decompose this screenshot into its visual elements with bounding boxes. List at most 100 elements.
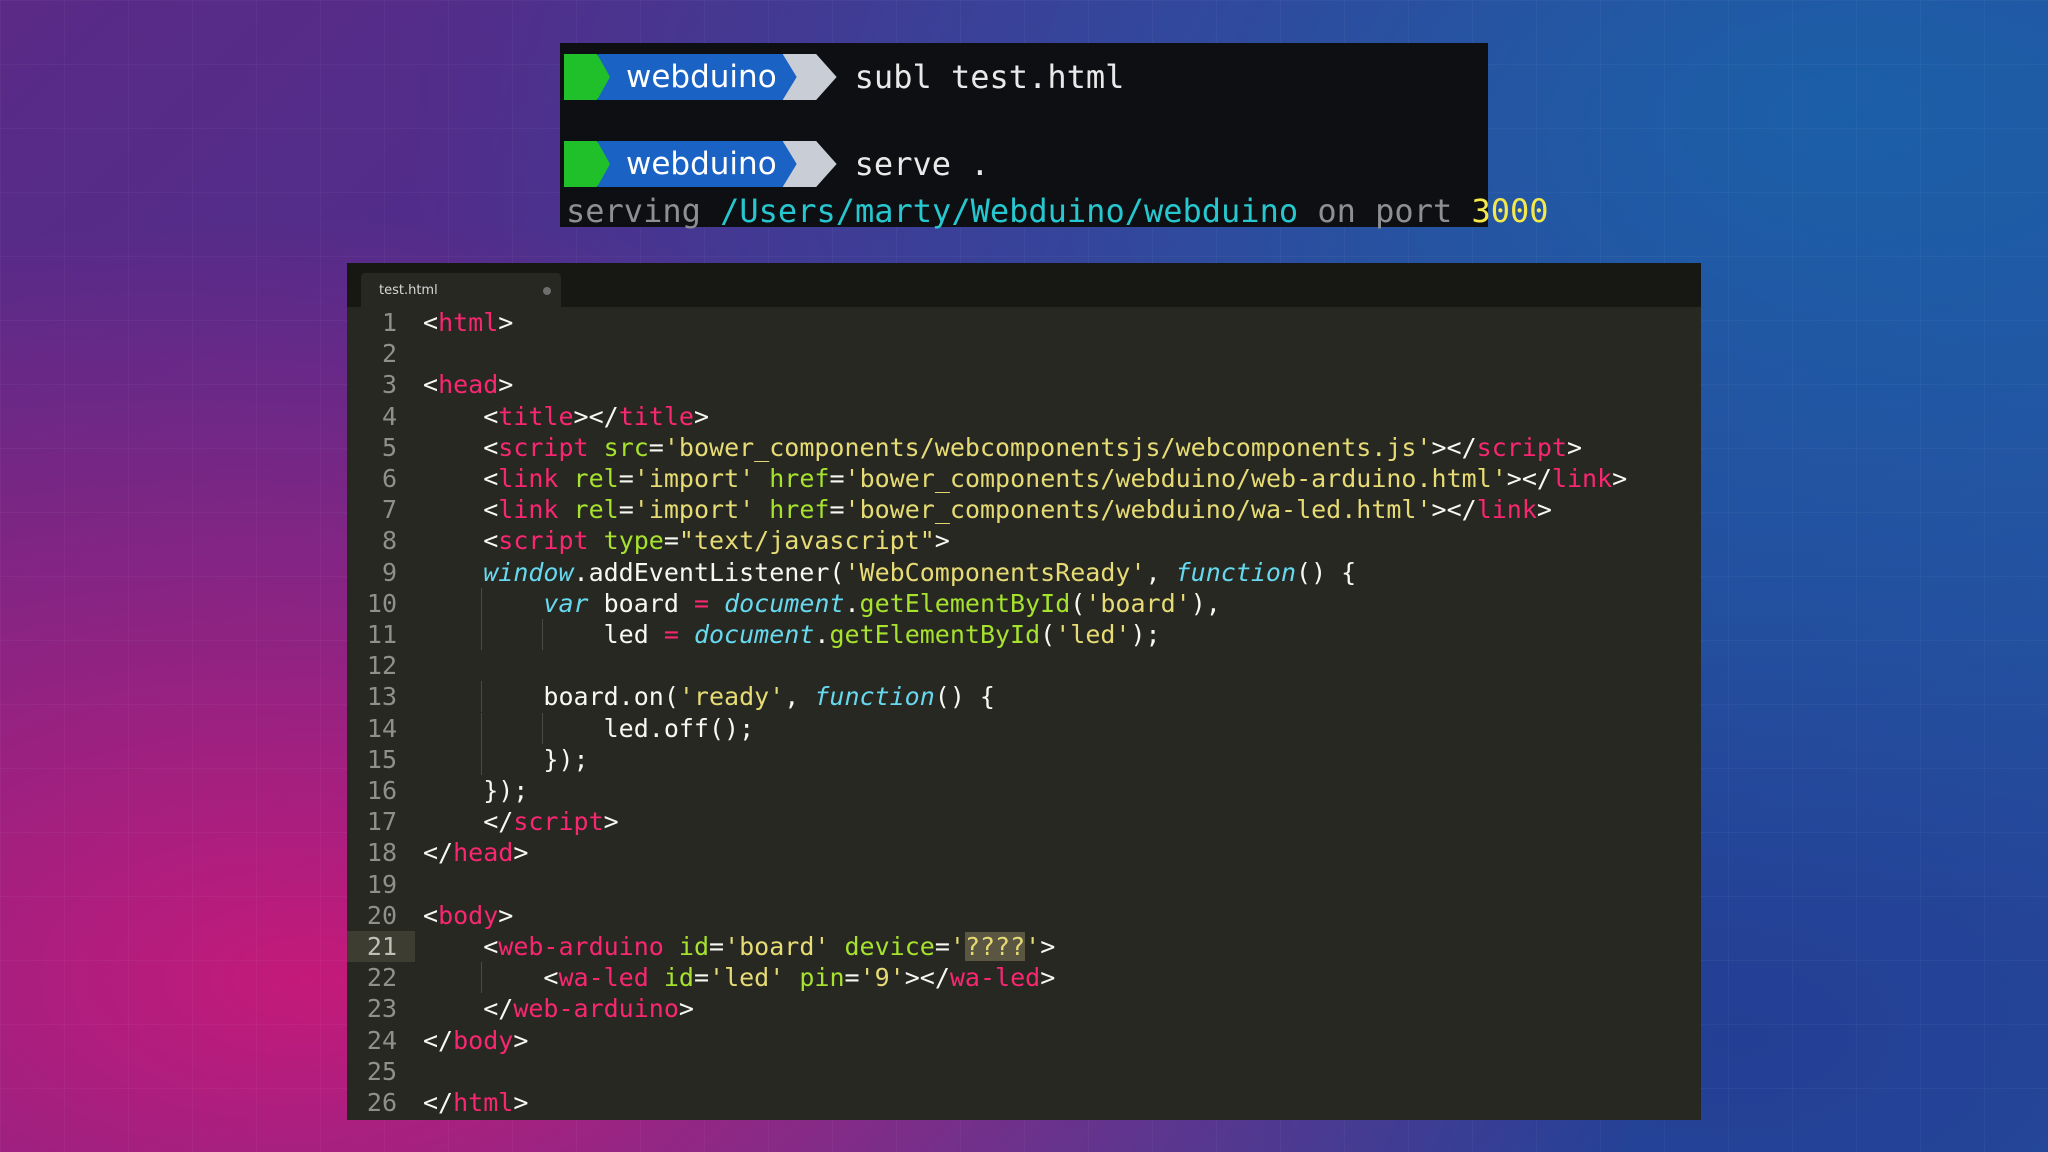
code-token: head xyxy=(438,370,499,400)
code-token: pin xyxy=(799,963,845,993)
code-token: > xyxy=(934,526,950,556)
code-line[interactable]: <wa-led id='led' pin='9'></wa-led> xyxy=(423,962,1055,994)
code-token: window xyxy=(483,557,574,587)
code-token: device xyxy=(844,932,935,961)
terminal-window[interactable]: webduino subl test.html webduino serve .… xyxy=(560,43,1549,230)
line-number: 19 xyxy=(366,869,397,899)
code-editor-window[interactable]: test.html 1 2 3 4 5 6 7 8 9 10 11 12 13 14 15 16 17 18 19 2… xyxy=(347,263,1701,1120)
code-line[interactable]: </head> xyxy=(423,837,528,868)
prompt-dir-segment: webduino xyxy=(598,54,801,100)
line-number: 16 xyxy=(366,776,397,805)
code-token: }); xyxy=(423,744,589,774)
code-token: = xyxy=(693,588,709,618)
code-token: 'ready' xyxy=(678,682,785,712)
code-token: script xyxy=(513,807,604,837)
code-line[interactable]: <html> xyxy=(423,307,513,338)
code-token: > xyxy=(513,838,529,868)
tab-label: test.html xyxy=(379,282,438,298)
code-token: , xyxy=(784,682,815,712)
code-line[interactable]: </body> xyxy=(423,1025,528,1056)
code-token: 'bower_components/webduino/web-arduino.h… xyxy=(844,464,1507,493)
code-token: 'import' xyxy=(633,495,755,525)
code-token: web-arduino xyxy=(498,932,664,961)
code-token: wa-led xyxy=(558,963,649,993)
code-token: ( xyxy=(1070,588,1086,618)
code-line[interactable]: <script type="text/javascript"> xyxy=(423,525,950,556)
line-number: 23 xyxy=(366,994,397,1024)
code-line[interactable]: <head> xyxy=(423,369,513,400)
line-number: 21 xyxy=(347,931,415,962)
unsaved-dot-icon[interactable] xyxy=(543,287,551,295)
code-token: var xyxy=(543,588,589,618)
code-token: = xyxy=(829,464,845,493)
code-line[interactable]: <title></title> xyxy=(423,401,709,432)
line-number: 11 xyxy=(366,620,397,649)
prompt-dir-segment: webduino xyxy=(598,141,801,187)
code-token: < xyxy=(423,401,499,431)
code-token: </ xyxy=(423,838,454,868)
code-token: ); xyxy=(1130,620,1161,649)
output-path: /Users/marty/Webduino/webduino xyxy=(720,192,1299,230)
code-token: </ xyxy=(423,1088,454,1117)
code-token: ></ xyxy=(904,963,950,993)
code-line[interactable]: <link rel='import' href='bower_component… xyxy=(423,494,1552,525)
line-number: 24 xyxy=(366,1025,397,1055)
indent-guide xyxy=(541,619,543,650)
code-token: body xyxy=(453,1025,514,1055)
code-token: = xyxy=(829,495,845,525)
indent-guide xyxy=(481,743,483,775)
code-token: > xyxy=(1566,432,1583,462)
code-token: title xyxy=(498,401,574,431)
code-token: board.on( xyxy=(423,682,679,712)
line-number: 7 xyxy=(381,495,397,525)
code-token: getElementById xyxy=(829,620,1041,649)
code-token: = xyxy=(934,932,950,961)
code-area[interactable]: <html> <head> <title></title> <script src… xyxy=(423,307,1701,1120)
code-line[interactable]: <link rel='import' href='bower_component… xyxy=(423,463,1627,494)
code-token: board xyxy=(588,588,694,618)
code-line[interactable]: </web-arduino> xyxy=(423,993,694,1024)
code-token: . xyxy=(814,620,830,649)
code-token: ' xyxy=(1025,932,1041,961)
output-port: 3000 xyxy=(1471,192,1549,230)
code-line[interactable]: <script src='bower_components/webcompone… xyxy=(423,432,1582,463)
code-token: . xyxy=(844,588,860,618)
code-line[interactable]: board.on('ready', function() { xyxy=(423,681,995,713)
code-line[interactable]: </html> xyxy=(423,1087,528,1118)
code-token: 'board' xyxy=(724,932,830,961)
tab-test-html[interactable]: test.html xyxy=(361,273,561,307)
code-line[interactable]: led.off(); xyxy=(423,712,754,744)
code-token: > xyxy=(693,401,710,431)
code-token: > xyxy=(498,900,514,930)
line-number: 22 xyxy=(366,963,397,993)
code-token: 'led' xyxy=(709,963,785,993)
code-token: src xyxy=(603,432,649,462)
code-token: }); xyxy=(423,776,529,805)
code-line[interactable]: </script> xyxy=(423,806,618,837)
code-line[interactable]: <web-arduino id='board' device='????'> xyxy=(423,931,1055,962)
code-token: = xyxy=(618,495,634,525)
code-token: , xyxy=(1145,557,1176,587)
code-token: 'import' xyxy=(633,464,755,493)
code-token: </ xyxy=(423,1025,454,1055)
code-token: ???? xyxy=(964,932,1026,961)
code-token: > xyxy=(1612,464,1628,493)
code-line[interactable]: }); xyxy=(423,743,589,775)
code-line[interactable]: led = document.getElementById('led'); xyxy=(423,619,1161,650)
terminal-line-2: webduino serve . xyxy=(564,141,990,187)
code-token: ), xyxy=(1190,588,1221,618)
code-line[interactable]: }); xyxy=(423,775,528,806)
code-token: rel xyxy=(573,464,619,493)
code-line[interactable]: <body> xyxy=(423,900,513,931)
code-token: link xyxy=(1476,495,1537,525)
code-token: wa-led xyxy=(949,963,1041,993)
code-line[interactable]: window.addEventListener('WebComponentsRe… xyxy=(423,557,1356,588)
code-token: document xyxy=(724,588,845,618)
code-line[interactable]: var board = document.getElementById('boa… xyxy=(423,587,1221,619)
